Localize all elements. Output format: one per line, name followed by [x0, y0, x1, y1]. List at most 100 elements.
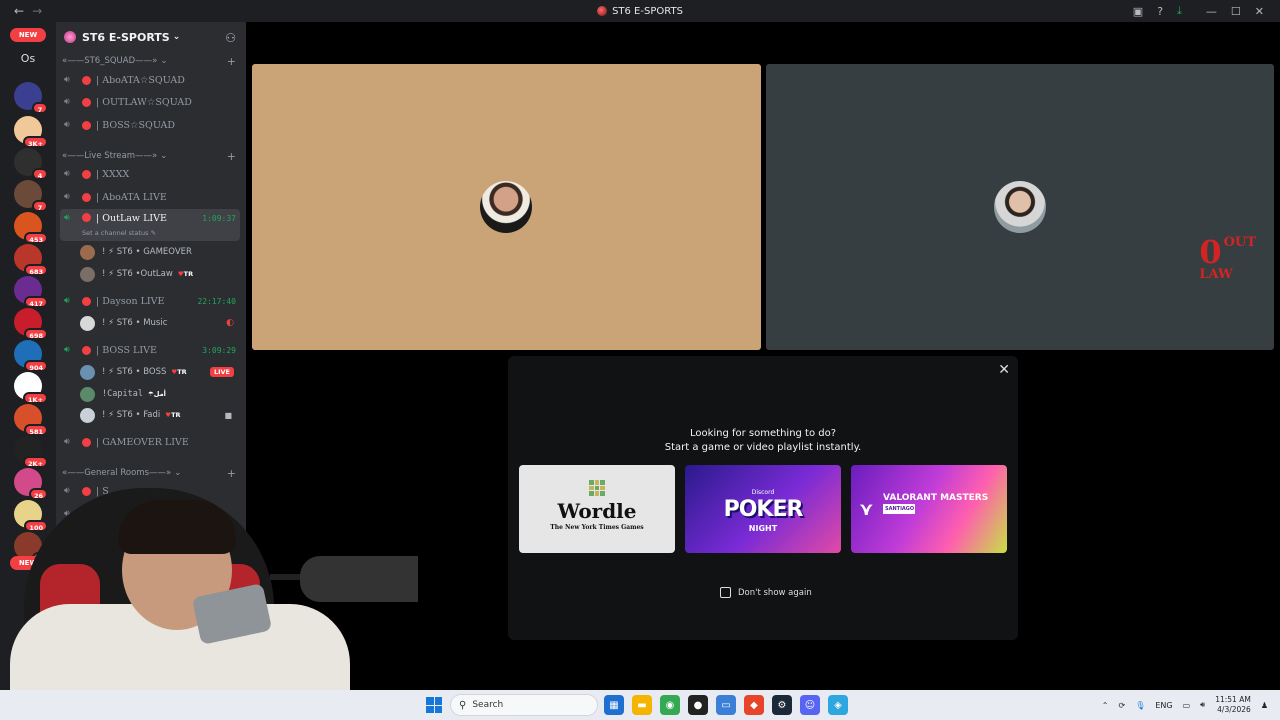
- server-icon[interactable]: 683: [14, 244, 48, 276]
- voice-user[interactable]: ! ⚡ ST6 • GAMEOVER: [80, 242, 240, 262]
- speaker-icon: 🔊︎: [64, 192, 70, 202]
- obs-icon[interactable]: ●: [688, 695, 708, 715]
- voice-channel-aboata-live[interactable]: 🔊︎ | AboATA LIVE: [60, 187, 240, 207]
- direct-messages-button[interactable]: Os: [10, 48, 46, 70]
- voice-channel-xxxx[interactable]: 🔊︎ | XXXX: [60, 164, 240, 184]
- voice-channel-boss-live[interactable]: 🔊︎ | BOSS LIVE 3:09:29: [60, 340, 240, 360]
- category-general-rooms[interactable]: «——General Rooms——» ⌄ +: [62, 466, 238, 480]
- server-icon[interactable]: 581: [14, 404, 48, 436]
- download-icon[interactable]: ⤓: [1177, 4, 1182, 18]
- close-icon[interactable]: ✕: [998, 362, 1010, 378]
- participant-tile[interactable]: 0 OUT LAW: [766, 64, 1274, 350]
- server-icon[interactable]: 1K+: [14, 372, 48, 404]
- chevron-up-icon[interactable]: ⌃: [1102, 701, 1109, 710]
- record-icon: [82, 169, 91, 179]
- start-icon[interactable]: [426, 697, 442, 713]
- capture-icon[interactable]: ▭: [716, 695, 736, 715]
- activity-suggestion-panel: ✕ Looking for something to do? Start a g…: [508, 356, 1018, 640]
- window-title: ST6 E-SPORTS: [0, 6, 1280, 17]
- steam-icon[interactable]: ⚙: [772, 695, 792, 715]
- add-channel-icon[interactable]: +: [227, 55, 236, 68]
- voice-channel-boss-squad[interactable]: 🔊︎ | BOSS☆SQUAD: [60, 115, 240, 135]
- app-icon[interactable]: ◈: [828, 695, 848, 715]
- voice-user[interactable]: !Capital ☂أمل: [80, 384, 240, 404]
- add-channel-icon[interactable]: +: [227, 150, 236, 163]
- arrow-left-icon[interactable]: ←: [14, 4, 24, 18]
- server-icon[interactable]: 4: [14, 148, 48, 180]
- voice-user[interactable]: ! ⚡ ST6 • Fadi ♥TR ■: [80, 405, 240, 425]
- voice-channel-abo-squad[interactable]: 🔊︎ | AboATA☆SQUAD: [60, 70, 240, 90]
- store-icon[interactable]: ▦: [604, 695, 624, 715]
- close-icon[interactable]: ✕: [1255, 5, 1264, 18]
- inbox-icon[interactable]: ▣: [1133, 5, 1143, 18]
- avatar: [480, 181, 532, 233]
- add-channel-icon[interactable]: +: [227, 467, 236, 480]
- deafened-icon: ◐: [226, 318, 234, 328]
- participant-tile[interactable]: [252, 64, 761, 350]
- title-bar: ← → ST6 E-SPORTS ▣ ? ⤓ — ☐ ✕: [0, 0, 1280, 22]
- speaker-icon: 🔊︎: [64, 213, 70, 223]
- server-icon[interactable]: 3K+: [14, 116, 48, 148]
- voice-user[interactable]: ! ⚡ ST6 • BOSS ♥TR LIVE: [80, 362, 240, 382]
- language-indicator[interactable]: ENG: [1155, 701, 1172, 710]
- help-icon[interactable]: ?: [1157, 5, 1163, 18]
- volume-icon[interactable]: 🔊︎: [1200, 700, 1205, 710]
- unread-badge: 417: [24, 296, 48, 308]
- unread-badge: 3K+: [22, 136, 48, 148]
- maximize-icon[interactable]: ☐: [1231, 5, 1241, 18]
- nav-buttons: ← →: [0, 4, 42, 18]
- panel-subheading: Start a game or video playlist instantly…: [664, 442, 862, 453]
- server-icon[interactable]: 7: [14, 180, 48, 212]
- avatar: [80, 315, 95, 331]
- taskbar-search[interactable]: ⚲ Search: [450, 694, 598, 716]
- chevron-down-icon: ⌄: [172, 32, 181, 42]
- unread-badge: 1K+: [22, 392, 48, 404]
- notification-icon[interactable]: ♟: [1261, 701, 1268, 710]
- chrome-icon[interactable]: ◉: [660, 695, 680, 715]
- server-icon[interactable]: 698: [14, 308, 48, 340]
- avatar: [80, 386, 95, 402]
- speaker-icon: 🔊︎: [64, 345, 70, 355]
- clock[interactable]: 11:51 AM 4/3/2026: [1215, 695, 1251, 715]
- server-icon[interactable]: 7: [14, 82, 48, 114]
- voice-user[interactable]: ! ⚡ ST6 •OutLaw ♥TR: [80, 264, 240, 284]
- mic-icon[interactable]: 🎙︎: [1135, 701, 1145, 710]
- network-icon[interactable]: ▭: [1183, 701, 1191, 710]
- discord-icon[interactable]: ☺: [800, 695, 820, 715]
- avatar: [80, 266, 95, 282]
- folder-icon[interactable]: ▬: [632, 695, 652, 715]
- outlaw-logo: 0 OUT LAW: [1199, 233, 1256, 282]
- speaker-icon: 🔊︎: [64, 169, 70, 179]
- server-header[interactable]: ST6 E-SPORTS ⌄ ⚇: [56, 22, 246, 52]
- activity-card-wordle[interactable]: Wordle The New York Times Games: [519, 465, 675, 553]
- server-icon[interactable]: 453: [14, 212, 48, 244]
- sync-icon[interactable]: ⟳: [1119, 701, 1126, 710]
- channel-status[interactable]: Set a channel status ✎: [82, 229, 156, 239]
- category-live-stream[interactable]: «——Live Stream——» ⌄ +: [62, 149, 238, 163]
- avatar: [994, 181, 1046, 233]
- server-icon[interactable]: 904: [14, 340, 48, 372]
- add-member-icon[interactable]: ⚇: [225, 31, 236, 45]
- arrow-right-icon[interactable]: →: [32, 4, 42, 18]
- app-icon[interactable]: ◆: [744, 695, 764, 715]
- minimize-icon[interactable]: —: [1206, 5, 1217, 18]
- pencil-icon: ✎: [150, 229, 157, 237]
- server-name: ST6 E-SPORTS: [82, 30, 170, 44]
- checkbox[interactable]: [720, 587, 731, 598]
- voice-user[interactable]: ! ⚡ ST6 • Music ◐: [80, 313, 240, 333]
- activity-card-valorant-masters[interactable]: ⋎ VALORANT MASTERS SANTIAGO: [851, 465, 1007, 553]
- new-badge[interactable]: NEW: [10, 28, 46, 42]
- server-icon[interactable]: 2K+: [14, 436, 48, 468]
- category-squad[interactable]: «——ST6_SQUAD——» ⌄ +: [62, 54, 238, 68]
- camera-icon: ■: [224, 410, 232, 420]
- dont-show-again-checkbox[interactable]: Don't show again: [720, 587, 812, 598]
- record-icon: [82, 296, 91, 306]
- voice-channel-outlaw-squad[interactable]: 🔊︎ | OUTLAW☆SQUAD: [60, 92, 240, 112]
- voice-channel-gameover-live[interactable]: 🔊︎ | GAMEOVER LIVE: [60, 432, 240, 452]
- role-tag: ♥TR: [171, 368, 187, 376]
- activity-card-poker-night[interactable]: Discord POKER NIGHT: [685, 465, 841, 553]
- server-icon[interactable]: 417: [14, 276, 48, 308]
- live-badge: LIVE: [209, 367, 234, 377]
- server-logo-icon: [597, 6, 608, 16]
- voice-channel-dayson-live[interactable]: 🔊︎ | Dayson LIVE 22:17:40: [60, 291, 240, 311]
